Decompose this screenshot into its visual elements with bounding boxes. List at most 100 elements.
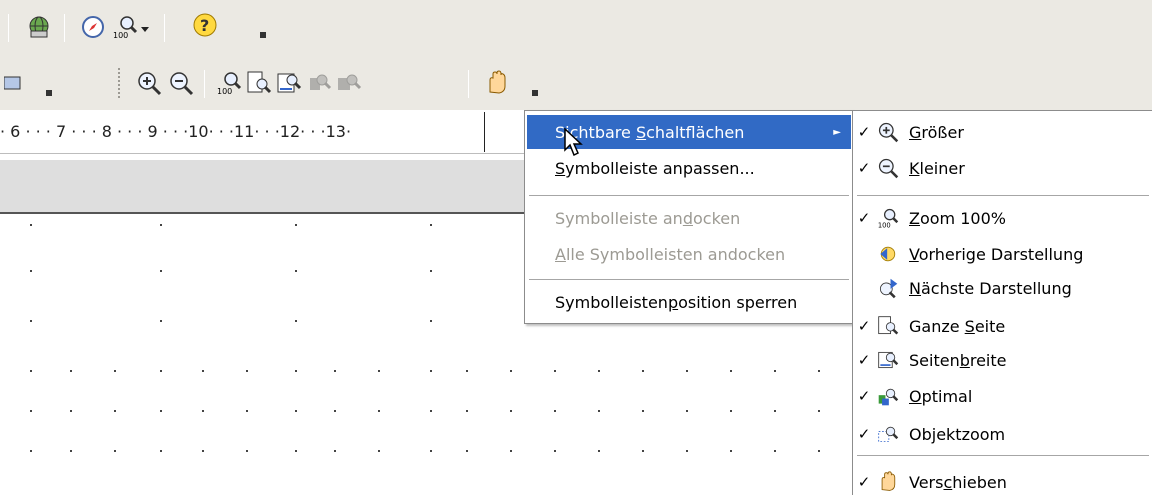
next-view-icon (875, 275, 901, 301)
toolbar-overflow-chevron[interactable] (528, 76, 542, 98)
grid-dot (598, 370, 600, 372)
submenu-item-page-width[interactable]: ✓ Seitenbreite (853, 341, 1152, 379)
submenu-item-label: Größer (909, 122, 964, 142)
grid-dot (160, 410, 162, 412)
pan-icon (875, 469, 901, 495)
submenu-item-zoom-in[interactable]: ✓ Größer (853, 113, 1152, 151)
toolbar-separator (468, 70, 469, 98)
grid-dot (295, 410, 297, 412)
toolbar-overflow-chevron[interactable] (256, 18, 270, 40)
submenu-item-label: Kleiner (909, 158, 965, 178)
svg-text:100: 100 (878, 221, 891, 229)
svg-text:100: 100 (217, 87, 232, 96)
grid-dot (818, 450, 820, 452)
grid-dot (378, 370, 380, 372)
submenu-item-zoom-100[interactable]: ✓ 100 Zoom 100% (853, 199, 1152, 237)
checkmark-icon: ✓ (857, 351, 871, 369)
submenu-item-label: Vorherige Darstellung (909, 244, 1084, 264)
submenu-item-label: Seitenbreite (909, 350, 1007, 370)
grid-dot (246, 450, 248, 452)
grid-dot (430, 224, 432, 226)
grid-dot (642, 410, 644, 412)
checkmark-icon: ✓ (857, 209, 871, 227)
zoom-100-icon[interactable]: 100 (214, 68, 244, 98)
help-icon[interactable]: ? (190, 10, 220, 40)
toolbar-separator (164, 14, 165, 42)
submenu-item-next-view[interactable]: Nächste Darstellung (853, 269, 1152, 307)
grid-dot (818, 370, 820, 372)
toolbar-grip[interactable] (118, 68, 120, 98)
submenu-item-label: Verschieben (909, 472, 1007, 492)
horizontal-ruler[interactable]: · 6 · · · 7 · · · 8 · · · 9 · · ·10· · ·… (0, 110, 524, 154)
grid-dot (818, 410, 820, 412)
submenu-item-pan[interactable]: ✓ Verschieben (853, 463, 1152, 495)
grid-dot (30, 270, 32, 272)
menu-item-dock-toolbar: Symbolleiste andocken (527, 201, 851, 235)
grid-dot (202, 410, 204, 412)
grid-dot (30, 370, 32, 372)
submenu-arrow-icon: ► (833, 126, 841, 138)
whole-page-icon (875, 313, 901, 339)
grid-dot (30, 320, 32, 322)
grid-dot (686, 450, 688, 452)
grid-dot (295, 224, 297, 226)
zoom-out-icon[interactable] (166, 68, 196, 98)
whole-page-icon[interactable] (244, 68, 274, 98)
grid-dot (160, 270, 162, 272)
checkmark-icon: ✓ (857, 159, 871, 177)
zoom-out-icon (875, 155, 901, 181)
grid-dot (510, 370, 512, 372)
page-width-icon (875, 347, 901, 373)
grid-dot (70, 450, 72, 452)
menu-item-lock-toolbar-position[interactable]: Symbolleistenposition sperren (527, 285, 851, 319)
frame-icon[interactable] (0, 68, 30, 98)
grid-dot (430, 270, 432, 272)
grid-dot (114, 370, 116, 372)
grid-dot (160, 370, 162, 372)
grid-dot (334, 410, 336, 412)
submenu-item-optimal[interactable]: ✓ Optimal (853, 377, 1152, 415)
grid-dot (30, 450, 32, 452)
submenu-item-object-zoom[interactable]: ✓ Objektzoom (853, 415, 1152, 453)
menu-separator (529, 195, 849, 196)
grid-dot (30, 410, 32, 412)
toolbar-separator (64, 14, 65, 42)
grid-dot (295, 370, 297, 372)
page-header-band (0, 160, 524, 214)
zoom-in-icon[interactable] (134, 68, 164, 98)
submenu-item-previous-view[interactable]: Vorherige Darstellung (853, 235, 1152, 273)
grid-dot (642, 370, 644, 372)
grid-dot (378, 450, 380, 452)
object-zoom-icon[interactable] (334, 68, 364, 98)
grid-dot (246, 410, 248, 412)
grid-dot (774, 370, 776, 372)
toolbar-overflow-chevron[interactable] (42, 76, 56, 98)
toolbar-separator (8, 14, 9, 42)
grid-dot (598, 410, 600, 412)
grid-dot (295, 270, 297, 272)
grid-dot (70, 370, 72, 372)
page-width-icon[interactable] (274, 68, 304, 98)
checkmark-icon: ✓ (857, 123, 871, 141)
checkmark-icon: ✓ (857, 473, 871, 491)
grid-dot (202, 370, 204, 372)
submenu-item-zoom-out[interactable]: ✓ Kleiner (853, 149, 1152, 187)
menu-separator (529, 279, 849, 280)
grid-dot (160, 450, 162, 452)
hyperlink-globe-icon[interactable] (24, 12, 54, 42)
toolbar-separator (204, 70, 205, 98)
object-zoom-icon (875, 421, 901, 447)
grid-dot (598, 450, 600, 452)
grid-dot (730, 370, 732, 372)
grid-dot (642, 450, 644, 452)
submenu-item-whole-page[interactable]: ✓ Ganze Seite (853, 307, 1152, 345)
pan-icon[interactable] (482, 68, 512, 98)
zoom-dropdown-arrow[interactable] (136, 14, 154, 44)
navigator-icon[interactable] (78, 12, 108, 42)
mouse-pointer-icon (564, 127, 586, 162)
optimal-icon[interactable] (304, 68, 334, 98)
grid-dot (430, 370, 432, 372)
checkmark-icon: ✓ (857, 317, 871, 335)
grid-dot (510, 450, 512, 452)
grid-dot (554, 410, 556, 412)
